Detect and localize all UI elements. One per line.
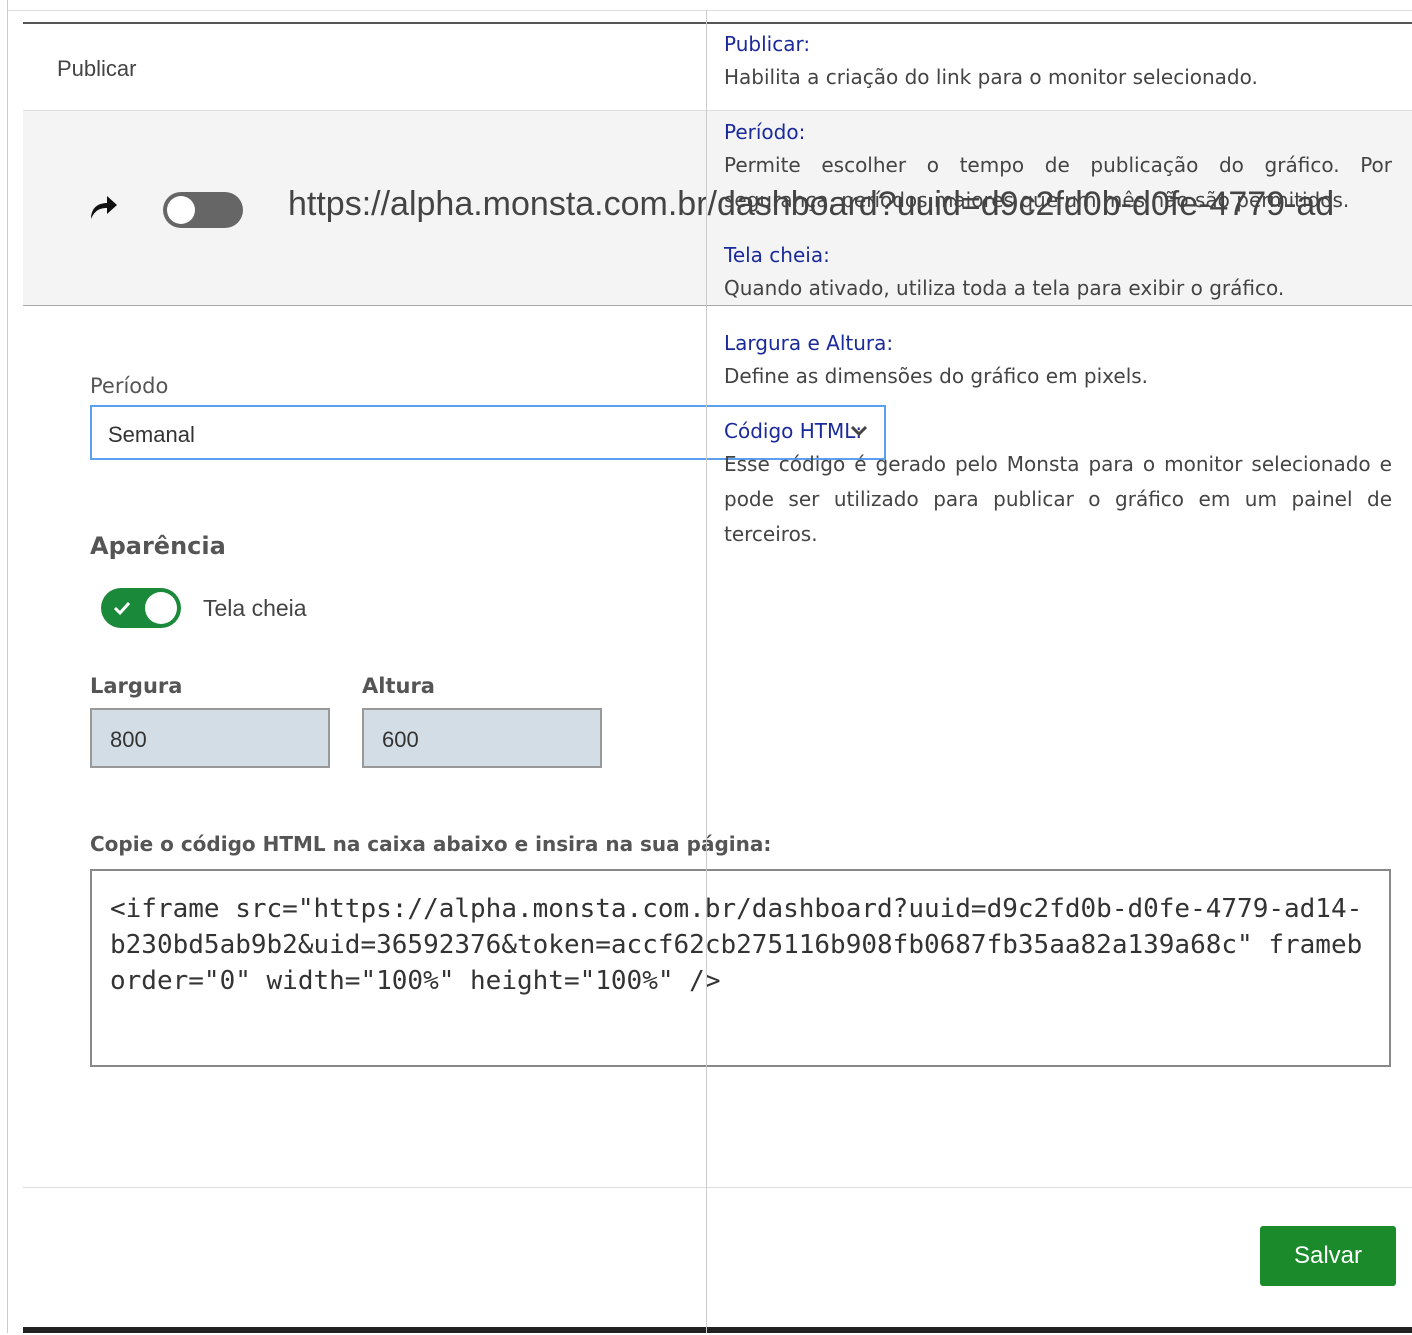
outer-left-line [7,0,8,1333]
html-code-textarea[interactable]: <iframe src="https://alpha.monsta.com.br… [90,869,1391,1067]
check-icon [113,601,131,616]
outer-top-line [7,10,1412,11]
fullscreen-toggle[interactable] [101,588,181,628]
toggle-knob [167,196,195,224]
periodo-label: Período [90,374,169,398]
altura-label: Altura [362,674,435,698]
help-item-tela-cheia: Tela cheia: Quando ativado, utiliza toda… [724,239,1392,306]
largura-value: 800 [110,727,147,752]
help-desc: Habilita a criação do link para o monito… [724,65,1258,89]
aparencia-heading: Aparência [90,532,226,560]
help-item-periodo: Período: Permite escolher o tempo de pub… [724,116,1392,218]
dialog-title: Publicar [57,56,137,81]
share-arrow-icon[interactable] [87,193,119,221]
help-desc: Define as dimensões do gráfico em pixels… [724,364,1149,388]
footer-divider [23,1187,1412,1188]
help-item-publicar: Publicar: Habilita a criação do link par… [724,28,1392,95]
code-label: Copie o código HTML na caixa abaixo e in… [90,832,772,856]
save-button[interactable]: Salvar [1260,1226,1396,1286]
help-desc: Permite escolher o tempo de publicação d… [724,153,1392,212]
toggle-knob [145,592,177,624]
fullscreen-label: Tela cheia [203,595,307,621]
help-desc: Esse código é gerado pelo Monsta para o … [724,452,1392,546]
altura-input[interactable]: 600 [362,708,602,768]
publish-toggle[interactable] [163,192,243,228]
help-title: Largura e Altura: [724,331,894,355]
help-title: Publicar: [724,32,811,56]
help-item-codigo-html: Código HTML: Esse código é gerado pelo M… [724,415,1392,552]
altura-value: 600 [382,727,419,752]
help-title: Período: [724,120,806,144]
help-panel: Publicar: Habilita a criação do link par… [724,28,1392,573]
help-divider [706,10,707,1333]
help-title: Tela cheia: [724,243,830,267]
html-code-text: <iframe src="https://alpha.monsta.com.br… [110,894,1363,996]
periodo-selected-value: Semanal [108,422,195,447]
help-item-largura-altura: Largura e Altura: Define as dimensões do… [724,327,1392,394]
help-desc: Quando ativado, utiliza toda a tela para… [724,276,1285,300]
largura-input[interactable]: 800 [90,708,330,768]
bottom-bar [23,1327,1412,1333]
largura-label: Largura [90,674,183,698]
help-title: Código HTML: [724,419,863,443]
